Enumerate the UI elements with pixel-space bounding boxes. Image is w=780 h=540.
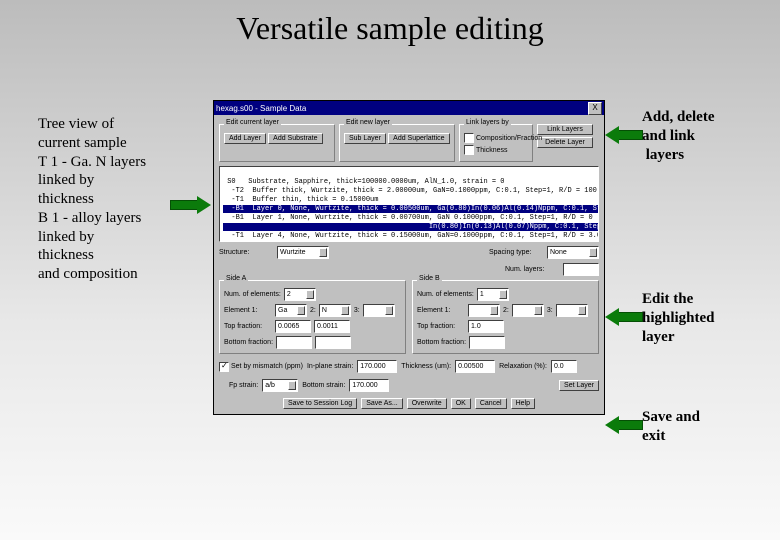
annotation-right-2: Edit the highlighted layer [642,290,715,346]
side-b-title: Side B [417,275,442,282]
group-current-layer: Edit current layer [224,119,281,126]
add-layer-button[interactable]: Add Layer [224,133,266,144]
sideb-el1-label: Element 1: [417,307,465,314]
composition-checkbox[interactable]: Composition/Fraction [464,133,542,143]
sideb-numel-select[interactable]: 1 [477,288,509,301]
composition-label: Composition/Fraction [476,135,542,142]
sidea-bot2-input[interactable] [315,336,351,349]
group-link: Link layers by [464,119,511,126]
side-b-panel: Side B Num. of elements: 1 Element 1: 2:… [412,280,599,354]
sideb-bot-label: Bottom fraction: [417,339,466,346]
relax-input[interactable]: 0.0 [551,360,577,373]
thickness-input[interactable]: 0.00500 [455,360,495,373]
botstrain-label: Bottom strain: [302,382,345,389]
tree-row[interactable]: -B1 Layer 1, None, Wurtzite, thick = 0.0… [223,214,593,222]
tree-row-selected[interactable]: -B1 Layer 0, None, Wurtzite, thick = 0.0… [223,205,599,213]
sidea-el1-label: Element 1: [224,307,272,314]
sideb-el2-select[interactable] [512,304,544,317]
fp-select[interactable]: a/b [262,379,298,392]
sidea-bot-label: Bottom fraction: [224,339,273,346]
sidea-el2-label: 2: [310,307,316,314]
overwrite-button[interactable]: Overwrite [407,398,447,409]
add-superlattice-button[interactable]: Add Superlattice [388,133,449,144]
side-a-panel: Side A Num. of elements: 2 Element 1: Ga… [219,280,406,354]
set-layer-button[interactable]: Set Layer [559,380,599,391]
annotation-right-1: Add, delete and link layers [642,108,715,164]
thickness-label2: Thickness (um): [401,363,451,370]
sidea-bot1-input[interactable] [276,336,312,349]
sidea-numel-label: Num. of elements: [224,291,281,298]
tree-row[interactable]: -T2 Buffer thick, Wurtzite, thick = 2.00… [223,187,599,195]
sideb-top-label: Top fraction: [417,323,465,330]
save-as-button[interactable]: Save As... [361,398,403,409]
sideb-el3-label: 3: [547,307,553,314]
group-new-layer: Edit new layer [344,119,392,126]
annotation-right-3: Save and exit [642,408,700,446]
sidea-el3-label: 3: [354,307,360,314]
mismatch-label: Set by mismatch (ppm) [231,363,303,370]
sidea-el1-select[interactable]: Ga [275,304,307,317]
side-a-title: Side A [224,275,248,282]
close-icon[interactable]: X [588,102,602,115]
save-session-button[interactable]: Save to Session Log [283,398,357,409]
sidea-top2-input[interactable]: 0.0011 [314,320,350,333]
cancel-button[interactable]: Cancel [475,398,507,409]
delete-layer-button[interactable]: Delete Layer [537,137,593,148]
relax-label: Relaxation (%): [499,363,547,370]
window-title: hexag.s00 - Sample Data [216,104,306,113]
layer-tree[interactable]: S0 Substrate, Sapphire, thick=100000.000… [219,166,599,242]
structure-select[interactable]: Wurtzite [277,246,329,259]
spacing-label: Spacing type: [489,249,537,256]
sideb-bot1-input[interactable] [469,336,505,349]
sidea-top-label: Top fraction: [224,323,272,330]
fp-label: Fp strain: [229,382,258,389]
thickness-label: Thickness [476,147,508,154]
sideb-el3-select[interactable] [556,304,588,317]
link-layers-button[interactable]: Link Layers [537,124,593,135]
tree-row[interactable]: -T1 Buffer thin, thick = 0.15000um [223,196,378,204]
sidea-el2-select[interactable]: N [319,304,351,317]
ok-button[interactable]: OK [451,398,471,409]
tree-row-selected[interactable]: In(0.80)In(0.13)Al(0.07)Nppm, C:0.1, Ste… [223,223,599,231]
sideb-el1-select[interactable] [468,304,500,317]
help-button[interactable]: Help [511,398,535,409]
thickness-checkbox[interactable]: Thickness [464,145,508,155]
spacing-select[interactable]: None [547,246,599,259]
inplane-label: In-plane strain: [307,363,353,370]
mismatch-checkbox[interactable]: ✓Set by mismatch (ppm) [219,362,303,372]
numlayers-label: Num. layers: [505,266,553,273]
tree-row[interactable]: -T1 Layer 4, None, Wurtzite, thick = 0.1… [223,232,599,240]
sidea-el3-select[interactable] [363,304,395,317]
sideb-top1-input[interactable]: 1.0 [468,320,504,333]
annotation-left: Tree view of current sample T 1 - Ga. N … [38,115,146,284]
sideb-numel-label: Num. of elements: [417,291,474,298]
add-substrate-button[interactable]: Add Substrate [268,133,322,144]
structure-label: Structure: [219,249,267,256]
inplane-input[interactable]: 170.000 [357,360,397,373]
slide-title: Versatile sample editing [0,10,780,47]
numlayers-input[interactable] [563,263,599,276]
tree-row[interactable]: S0 Substrate, Sapphire, thick=100000.000… [223,178,504,186]
sidea-numel-select[interactable]: 2 [284,288,316,301]
sample-data-dialog: hexag.s00 - Sample Data X Edit current l… [213,100,605,415]
botstrain-input[interactable]: 170.000 [349,379,389,392]
sideb-el2-label: 2: [503,307,509,314]
sidea-top1-input[interactable]: 0.0065 [275,320,311,333]
titlebar[interactable]: hexag.s00 - Sample Data X [214,101,604,115]
sub-layer-button[interactable]: Sub Layer [344,133,386,144]
